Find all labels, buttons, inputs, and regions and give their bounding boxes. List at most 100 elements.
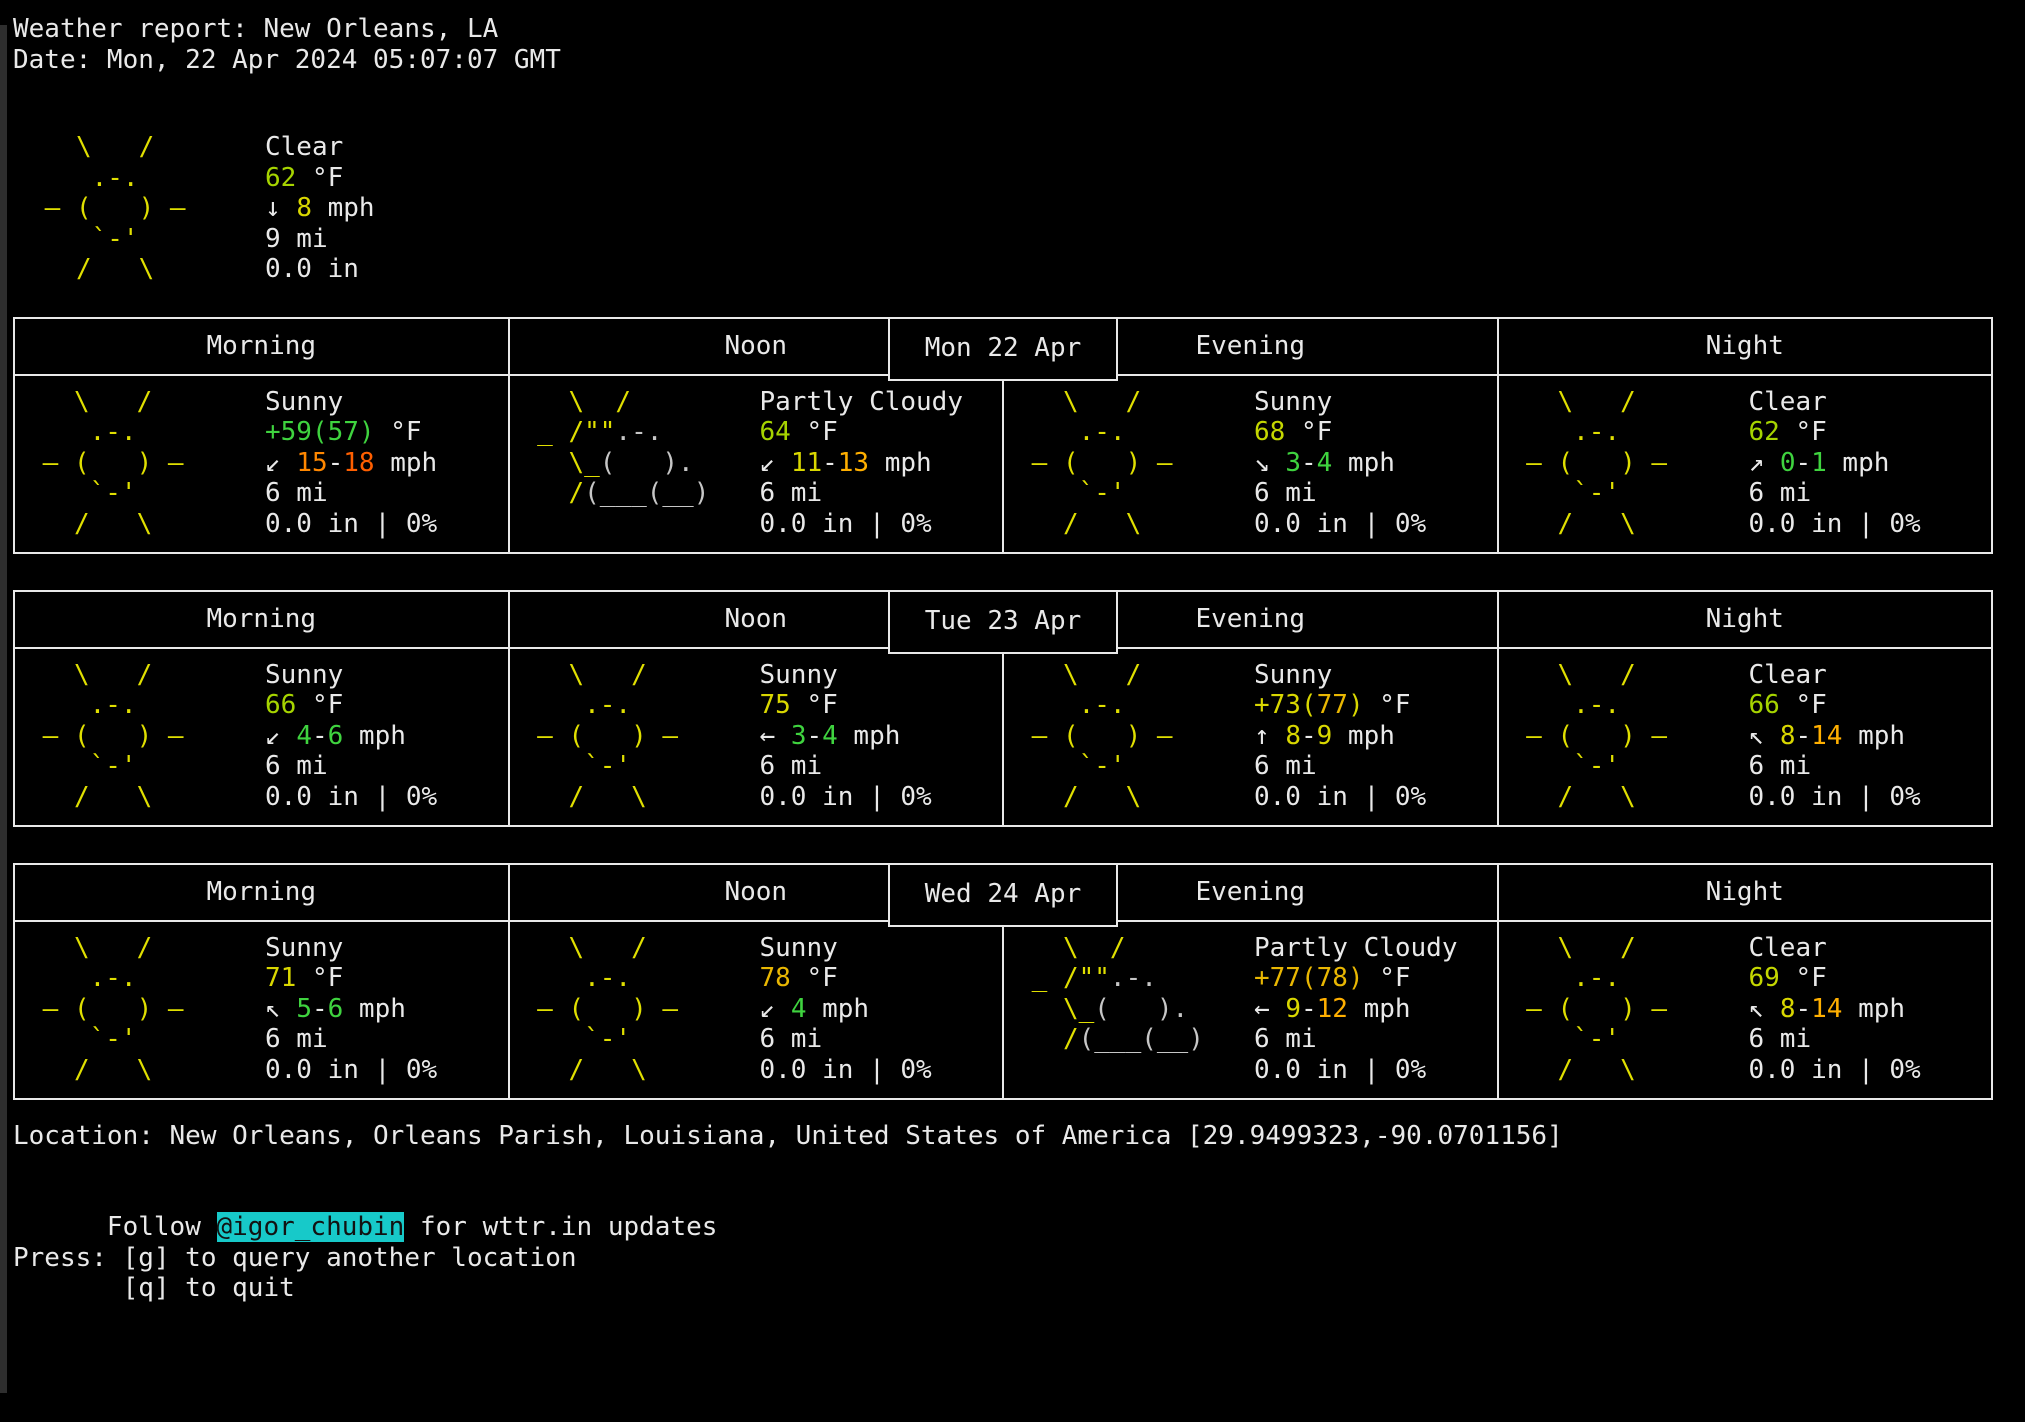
twitter-handle-link[interactable]: @igor_chubin [217, 1212, 405, 1242]
precipitation-text: 0.0 in | 0% [1749, 782, 1992, 813]
temperature-text: 66 °F [1749, 690, 1992, 721]
sunny-icon: \ / .-. ― ( ) ― `-' / \ [510, 660, 760, 825]
cell-tue-night: \ / .-. ― ( ) ― `-' / \ Clear 66 °F ↖ 8-… [1497, 649, 1992, 825]
visibility-text: 6 mi [760, 751, 1003, 782]
cell-mon-evening: \ / .-. ― ( ) ― `-' / \ Sunny 68 °F ↘ 3-… [1002, 376, 1497, 552]
weather-details: Sunny 68 °F ↘ 3-4 mph 6 mi 0.0 in | 0% [1254, 387, 1497, 552]
wind-text: ↙ 11-13 mph [760, 448, 1003, 479]
precipitation-text: 0.0 in | 0% [265, 782, 508, 813]
press-hint-quit: [q] to quit [13, 1273, 2025, 1304]
partly-cloudy-icon: \ / _ /"".-. \_( ). /(___(__) [510, 387, 760, 552]
day-label: Mon 22 Apr [925, 333, 1082, 364]
day-label-box: Mon 22 Apr [888, 317, 1118, 381]
cell-tue-morning: \ / .-. ― ( ) ― `-' / \ Sunny 66 °F ↙ 4-… [15, 649, 508, 825]
report-title: Weather report: New Orleans, LA [13, 14, 2025, 45]
press-hint-query: Press: [g] to query another location [13, 1243, 2025, 1274]
sunny-icon: \ / .-. ― ( ) ― `-' / \ [1499, 933, 1749, 1098]
sunny-icon: \ / .-. ― ( ) ― `-' / \ [510, 933, 760, 1098]
wind-text: ↙ 4-6 mph [265, 721, 508, 752]
forecast-row: \ / .-. ― ( ) ― `-' / \ Sunny 66 °F ↙ 4-… [15, 649, 1991, 825]
precipitation-text: 0.0 in | 0% [760, 1055, 1003, 1086]
cell-wed-night: \ / .-. ― ( ) ― `-' / \ Clear 69 °F ↖ 8-… [1497, 922, 1992, 1098]
temperature-text: 69 °F [1749, 963, 1992, 994]
precipitation-text: 0.0 in | 0% [760, 509, 1003, 540]
temperature-text: 71 °F [265, 963, 508, 994]
follow-text: Follow @igor_chubin for wttr.in updates [13, 1182, 2025, 1213]
report-footer: Location: New Orleans, Orleans Parish, L… [13, 1121, 2025, 1304]
wind-text: ↙ 15-18 mph [265, 448, 508, 479]
period-header-morning: Morning [15, 865, 508, 920]
condition-text: Sunny [265, 933, 508, 964]
temperature-text: +59(57) °F [265, 417, 508, 448]
weather-details: Partly Cloudy 64 °F ↙ 11-13 mph 6 mi 0.0… [760, 387, 1003, 552]
wind-text: ↘ 3-4 mph [1254, 448, 1497, 479]
blank-line [13, 1151, 2025, 1182]
wind-text: ← 9-12 mph [1254, 994, 1497, 1025]
visibility-text: 6 mi [1254, 478, 1497, 509]
temperature-text: 68 °F [1254, 417, 1497, 448]
weather-details: Sunny 66 °F ↙ 4-6 mph 6 mi 0.0 in | 0% [265, 660, 508, 825]
condition-text: Clear [265, 132, 2025, 163]
period-header-night: Night [1497, 319, 1992, 374]
wind-text: ↗ 0-1 mph [1749, 448, 1992, 479]
precipitation-text: 0.0 in | 0% [1254, 1055, 1497, 1086]
condition-text: Clear [1749, 660, 1992, 691]
temperature-text: 78 °F [760, 963, 1003, 994]
visibility-text: 6 mi [265, 751, 508, 782]
visibility-text: 6 mi [1749, 478, 1992, 509]
condition-text: Sunny [265, 387, 508, 418]
report-header: Weather report: New Orleans, LA Date: Mo… [13, 14, 2025, 75]
day-label: Wed 24 Apr [925, 879, 1082, 910]
precipitation-text: 0.0 in | 0% [1749, 1055, 1992, 1086]
day-label: Tue 23 Apr [925, 606, 1082, 637]
wind-text: ↖ 5-6 mph [265, 994, 508, 1025]
precipitation-text: 0.0 in [265, 254, 2025, 285]
weather-details: Clear 69 °F ↖ 8-14 mph 6 mi 0.0 in | 0% [1749, 933, 1992, 1098]
wind-text: ← 3-4 mph [760, 721, 1003, 752]
condition-text: Clear [1749, 387, 1992, 418]
weather-details: Sunny 78 °F ↙ 4 mph 6 mi 0.0 in | 0% [760, 933, 1003, 1098]
condition-text: Partly Cloudy [760, 387, 1003, 418]
precipitation-text: 0.0 in | 0% [1254, 782, 1497, 813]
sunny-icon: \ / .-. ― ( ) ― `-' / \ [15, 933, 265, 1098]
condition-text: Sunny [265, 660, 508, 691]
condition-text: Sunny [1254, 387, 1497, 418]
partly-cloudy-icon: \ / _ /"".-. \_( ). /(___(__) [1004, 933, 1254, 1098]
sunny-icon: \ / .-. ― ( ) ― `-' / \ [1004, 660, 1254, 825]
visibility-text: 9 mi [265, 224, 2025, 255]
current-details: Clear 62 °F ↓ 8 mph 9 mi 0.0 in [265, 132, 2025, 285]
wind-text: ↑ 8-9 mph [1254, 721, 1497, 752]
weather-details: Sunny 71 °F ↖ 5-6 mph 6 mi 0.0 in | 0% [265, 933, 508, 1098]
precipitation-text: 0.0 in | 0% [265, 1055, 508, 1086]
visibility-text: 6 mi [760, 478, 1003, 509]
condition-text: Sunny [760, 660, 1003, 691]
follow-suffix: for wttr.in updates [404, 1212, 717, 1242]
sunny-icon: \ / .-. ― ( ) ― `-' / \ [13, 132, 265, 285]
wind-text: ↓ 8 mph [265, 193, 2025, 224]
visibility-text: 6 mi [1254, 1024, 1497, 1055]
terminal-screen[interactable]: Weather report: New Orleans, LA Date: Mo… [0, 0, 2025, 1304]
period-header-morning: Morning [15, 319, 508, 374]
weather-details: Clear 62 °F ↗ 0-1 mph 6 mi 0.0 in | 0% [1749, 387, 1992, 552]
forecast-day-tue: Tue 23 Apr Morning Noon Evening Night \ … [13, 590, 1993, 827]
precipitation-text: 0.0 in | 0% [1749, 509, 1992, 540]
period-header-night: Night [1497, 592, 1992, 647]
condition-text: Sunny [1254, 660, 1497, 691]
visibility-text: 6 mi [265, 478, 508, 509]
precipitation-text: 0.0 in | 0% [1254, 509, 1497, 540]
sunny-icon: \ / .-. ― ( ) ― `-' / \ [1499, 660, 1749, 825]
follow-prefix: Follow [107, 1212, 217, 1242]
cell-wed-evening: \ / _ /"".-. \_( ). /(___(__) Partly Clo… [1002, 922, 1497, 1098]
wind-text: ↙ 4 mph [760, 994, 1003, 1025]
cell-mon-night: \ / .-. ― ( ) ― `-' / \ Clear 62 °F ↗ 0-… [1497, 376, 1992, 552]
period-header-morning: Morning [15, 592, 508, 647]
weather-details: Clear 66 °F ↖ 8-14 mph 6 mi 0.0 in | 0% [1749, 660, 1992, 825]
day-label-box: Wed 24 Apr [888, 863, 1118, 927]
cell-wed-morning: \ / .-. ― ( ) ― `-' / \ Sunny 71 °F ↖ 5-… [15, 922, 508, 1098]
condition-text: Partly Cloudy [1254, 933, 1497, 964]
forecast-row: \ / .-. ― ( ) ― `-' / \ Sunny +59(57) °F… [15, 376, 1991, 552]
cell-wed-noon: \ / .-. ― ( ) ― `-' / \ Sunny 78 °F ↙ 4 … [508, 922, 1003, 1098]
weather-details: Sunny +59(57) °F ↙ 15-18 mph 6 mi 0.0 in… [265, 387, 508, 552]
current-conditions: \ / .-. ― ( ) ― `-' / \ Clear 62 °F ↓ 8 … [13, 132, 2025, 285]
condition-text: Clear [1749, 933, 1992, 964]
